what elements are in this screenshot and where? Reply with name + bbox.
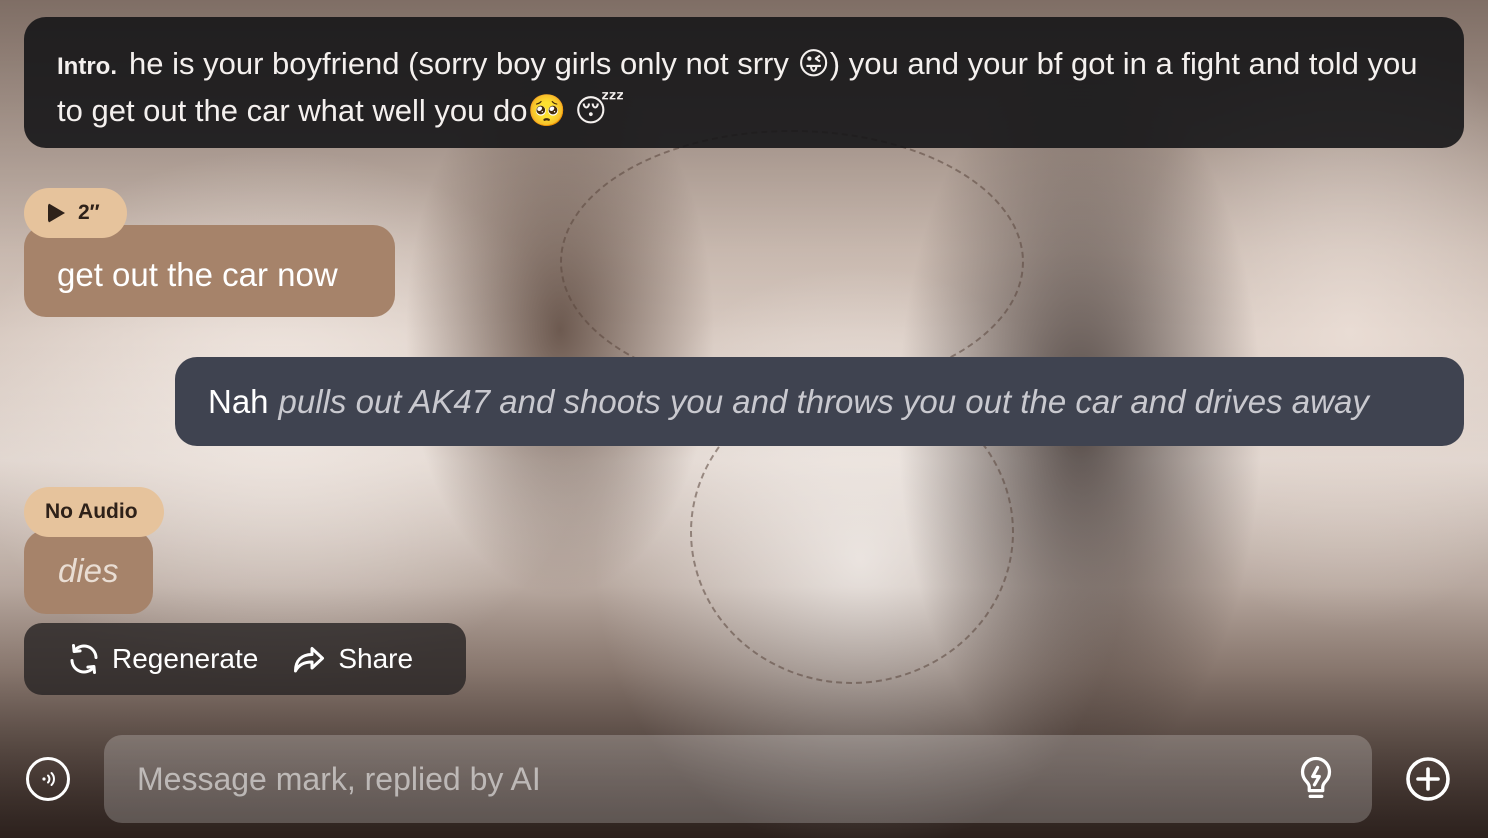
user-message-action: pulls out AK47 and shoots you and throws…: [278, 382, 1369, 420]
bot-message: dies: [24, 530, 153, 614]
voice-call-button[interactable]: [26, 757, 70, 801]
regenerate-button[interactable]: Regenerate: [66, 641, 258, 677]
audio-play-chip[interactable]: 2″: [24, 188, 127, 238]
intro-card: Intro. he is your boyfriend (sorry boy gi…: [24, 17, 1464, 148]
share-button[interactable]: Share: [290, 641, 413, 677]
bot-message: get out the car now: [24, 225, 395, 317]
user-message: Nah pulls out AK47 and shoots you and th…: [175, 357, 1464, 446]
composer: [0, 735, 1488, 825]
user-message-speech: Nah: [208, 382, 269, 420]
no-audio-chip: No Audio: [24, 487, 164, 537]
plus-circle-icon[interactable]: [1404, 755, 1452, 803]
refresh-icon: [70, 644, 98, 674]
background-decoration: [560, 130, 1024, 394]
voice-call-icon: [42, 772, 55, 786]
message-actions-bar: Regenerate Share: [24, 623, 466, 695]
bot-message-text: get out the car now: [57, 256, 338, 293]
audio-duration: 2″: [78, 201, 100, 224]
message-input[interactable]: [104, 735, 1372, 823]
share-label: Share: [338, 643, 414, 674]
intro-label: Intro.: [57, 53, 117, 80]
bot-message-text: dies: [58, 552, 119, 589]
regenerate-label: Regenerate: [112, 643, 259, 674]
intro-text: he is your boyfriend (sorry boy girls on…: [57, 46, 1418, 128]
share-arrow-icon: [294, 647, 325, 673]
play-icon: [48, 203, 65, 223]
no-audio-label: No Audio: [45, 500, 138, 523]
lightbulb-icon[interactable]: [1292, 755, 1340, 805]
